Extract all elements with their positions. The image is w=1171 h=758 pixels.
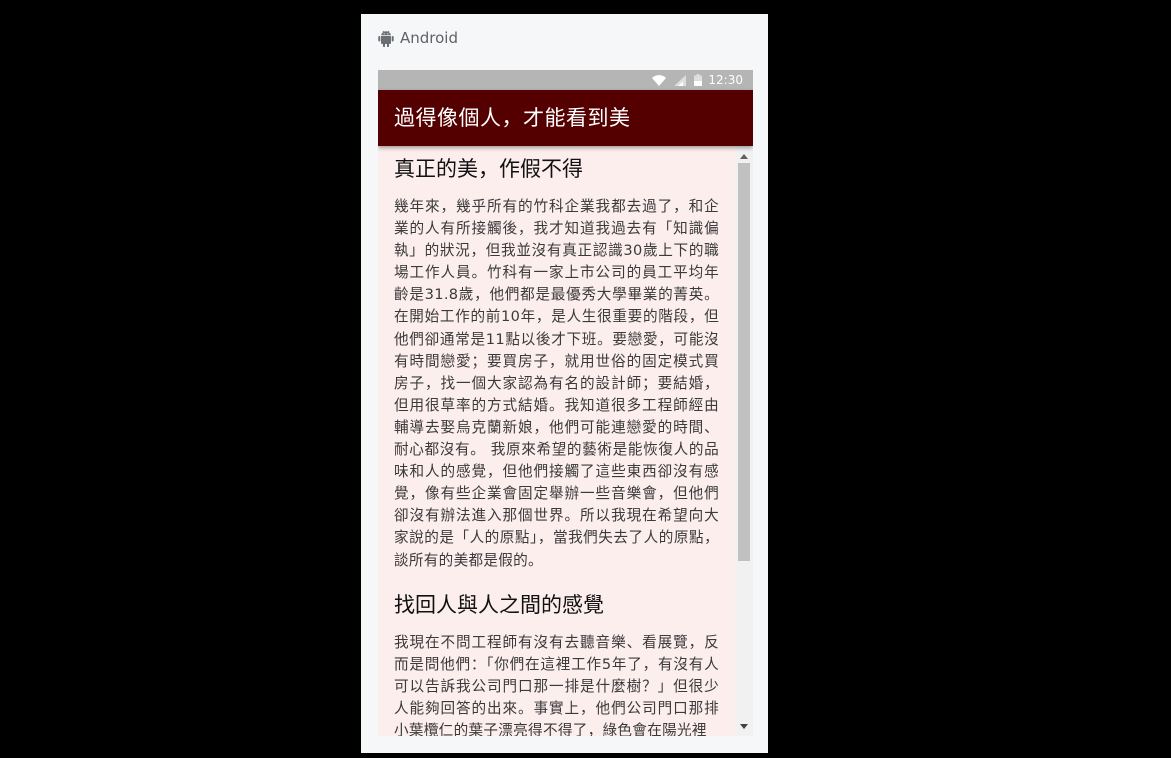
app-title: 過得像個人，才能看到美 [394,106,631,130]
status-time: 12:30 [708,73,743,87]
platform-name: Android [400,29,458,47]
battery-icon [694,74,703,86]
status-bar: 12:30 [378,70,753,90]
article-content[interactable]: 真正的美，作假不得 幾年來，幾乎所有的竹科企業我都去過了，和企業的人有所接觸後，… [378,146,735,736]
section-heading: 真正的美，作假不得 [394,157,583,181]
scrollbar-thumb[interactable] [738,163,750,561]
section-body: 幾年來，幾乎所有的竹科企業我都去過了，和企業的人有所接觸後，我才知道我過去有「知… [394,198,719,569]
signal-icon [674,74,687,86]
wifi-icon [652,74,667,86]
article-section: 找回人與人之間的感覺 我現在不問工程師有沒有去聽音樂、看展覽，反而是問他們：「你… [394,590,719,736]
preview-panel: Android 12:30 過得像個人，才能看到美 真正的美，作假不得 幾年來，… [361,14,768,753]
scroll-down-arrow-icon[interactable] [735,719,753,733]
device-screen: 12:30 過得像個人，才能看到美 真正的美，作假不得 幾年來，幾乎所有的竹科企… [378,70,753,736]
platform-label: Android [378,28,458,48]
article-section: 真正的美，作假不得 幾年來，幾乎所有的竹科企業我都去過了，和企業的人有所接觸後，… [394,154,719,572]
scrollbar[interactable] [735,146,753,736]
section-heading: 找回人與人之間的感覺 [394,592,604,617]
section-body: 我現在不問工程師有沒有去聽音樂、看展覽，反而是問他們：「你們在這裡工作5年了，有… [394,633,719,736]
app-bar: 過得像個人，才能看到美 [378,90,753,146]
scroll-up-arrow-icon[interactable] [735,149,753,163]
android-icon [378,30,394,47]
